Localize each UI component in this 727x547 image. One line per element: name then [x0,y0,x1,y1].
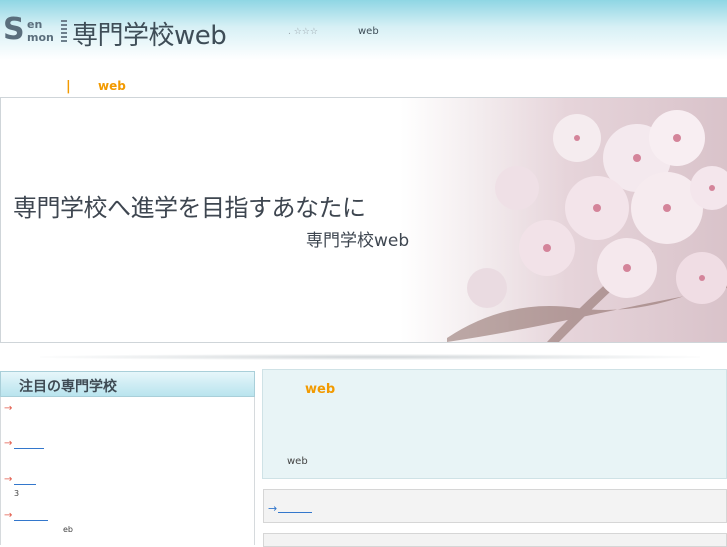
breadcrumb-separator: | [66,79,71,94]
site-title[interactable]: 専門学校web [72,15,227,52]
arrow-icon: → [4,438,13,449]
logo-s: S [3,12,25,47]
header-web-text: web [358,26,379,37]
sidebar-note-3: 3 [14,489,20,498]
sidebar-note-4: eb [63,525,73,534]
rating-stars: . ☆☆☆ [288,27,318,37]
main-link-box: → [263,489,727,523]
main-footer-web: web [287,456,308,467]
sidebar-link-2[interactable] [14,447,44,449]
hero-banner: 専門学校へ進学を目指すあなたに 専門学校web [0,97,727,343]
arrow-icon: → [4,474,13,485]
senmon-logo[interactable]: S en mon [3,12,69,47]
site-header: S en mon 専門学校web . ☆☆☆ web [0,0,727,60]
main-intro-box: web web [262,369,727,479]
sidebar-link-4[interactable] [14,519,48,521]
logo-bar-icon [61,20,67,42]
main-link[interactable] [278,512,312,513]
hero-headline: 専門学校へ進学を目指すあなたに [13,194,366,222]
sidebar-link-3[interactable] [14,483,36,485]
main-title: web [305,382,336,397]
cherry-blossom-image [447,110,727,342]
breadcrumb-current: web [98,79,126,93]
arrow-icon: → [4,510,13,521]
arrow-icon: → [268,502,278,515]
hero-subline: 専門学校web [306,231,410,251]
sidebar-heading: 注目の専門学校 [0,371,255,397]
logo-mon: mon [27,31,54,44]
logo-en: en [27,18,43,31]
sidebar-list: → → → 3 → eb [0,397,255,545]
section-divider [40,354,700,360]
arrow-icon: → [4,403,13,414]
sidebar-heading-text: 注目の専門学校 [19,379,117,395]
